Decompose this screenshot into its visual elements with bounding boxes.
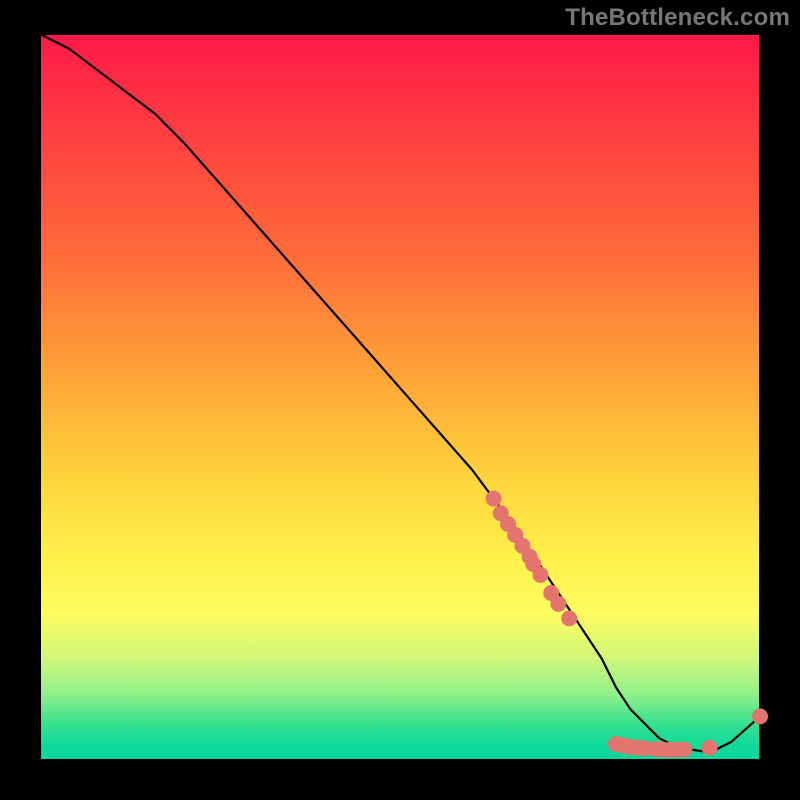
data-point	[550, 596, 566, 612]
chart-svg	[40, 34, 760, 760]
data-point	[676, 742, 692, 758]
bottleneck-curve	[40, 34, 760, 751]
highlighted-points-group	[486, 491, 768, 758]
data-point	[486, 491, 502, 507]
chart-frame: TheBottleneck.com	[0, 0, 800, 800]
plot-area	[40, 34, 760, 760]
data-point	[702, 740, 718, 756]
data-point	[752, 708, 768, 724]
attribution-label: TheBottleneck.com	[565, 4, 790, 32]
data-point	[532, 567, 548, 583]
data-point	[561, 610, 577, 626]
